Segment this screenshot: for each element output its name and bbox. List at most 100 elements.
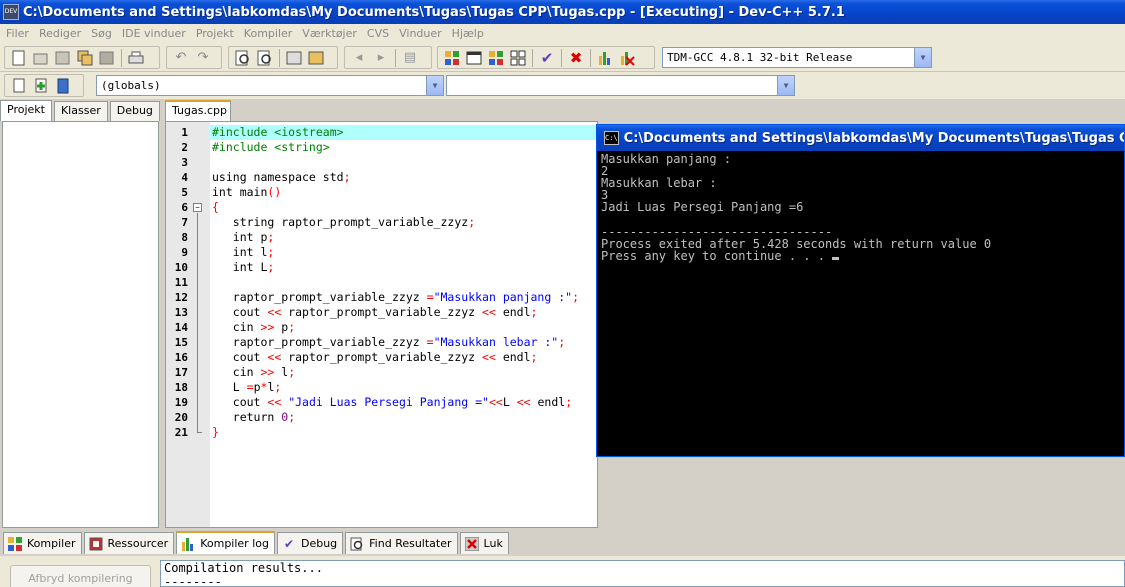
code-area[interactable]: #include <iostream> #include <string> usin… bbox=[210, 122, 597, 527]
code-line[interactable]: cout << raptor_prompt_variable_zzyz << e… bbox=[210, 350, 597, 365]
project-tree-panel[interactable] bbox=[2, 121, 159, 528]
chevron-down-icon[interactable]: ▼ bbox=[426, 76, 443, 95]
console-line: Press any key to continue . . . bbox=[601, 250, 840, 262]
profile-chart-icon[interactable] bbox=[594, 48, 616, 68]
function-select[interactable]: ▼ bbox=[446, 75, 795, 96]
tab-find-resultater[interactable]: Find Resultater bbox=[345, 532, 458, 554]
code-line[interactable]: cin >> l; bbox=[210, 365, 597, 380]
code-line[interactable]: cout << raptor_prompt_variable_zzyz << e… bbox=[210, 305, 597, 320]
close-icon bbox=[464, 536, 480, 552]
find-icon[interactable] bbox=[232, 48, 254, 68]
code-line[interactable]: string raptor_prompt_variable_zzyz; bbox=[210, 215, 597, 230]
window-title-bar[interactable]: DEV C:\Documents and Settings\labkomdas\… bbox=[0, 0, 1125, 24]
code-line[interactable]: #include <string> bbox=[210, 140, 597, 155]
code-line[interactable]: } bbox=[210, 425, 597, 440]
code-line[interactable]: #include <iostream> bbox=[210, 125, 597, 140]
console-window[interactable]: C:\ C:\Documents and Settings\labkomdas\… bbox=[596, 124, 1125, 457]
new-file-icon[interactable] bbox=[8, 48, 30, 68]
bottom-panel-tabs: Kompiler Ressourcer Kompiler log ✔ Debug Find… bbox=[0, 531, 1125, 556]
goto-line-icon[interactable] bbox=[283, 48, 305, 68]
menu-bar: Filer Rediger Søg IDE vinduer Projekt Ko… bbox=[0, 24, 1125, 43]
console-title-bar[interactable]: C:\ C:\Documents and Settings\labkomdas\… bbox=[597, 125, 1124, 151]
tab-label: Kompiler bbox=[27, 537, 76, 550]
stop-execution-icon[interactable]: ✖ bbox=[565, 48, 587, 68]
menu-vaerktojer[interactable]: Værktøjer bbox=[298, 27, 363, 40]
tab-kompiler[interactable]: Kompiler bbox=[3, 532, 82, 554]
tab-klasser[interactable]: Klasser bbox=[53, 101, 108, 121]
syntax-check-icon[interactable]: ✔ bbox=[536, 48, 558, 68]
editor-tab-tugas[interactable]: Tugas.cpp bbox=[165, 100, 231, 121]
indent-right-icon[interactable]: ▸ bbox=[370, 48, 392, 68]
tab-projekt[interactable]: Projekt bbox=[0, 100, 52, 121]
chevron-down-icon[interactable]: ▼ bbox=[777, 76, 794, 95]
scope-select[interactable]: (globals) ▼ bbox=[96, 75, 444, 96]
indent-left-icon[interactable]: ◂ bbox=[348, 48, 370, 68]
menu-sog[interactable]: Søg bbox=[87, 27, 118, 40]
redo-icon[interactable]: ↷ bbox=[192, 48, 214, 68]
fold-collapse-icon[interactable]: − bbox=[193, 203, 202, 212]
code-line[interactable]: cin >> p; bbox=[210, 320, 597, 335]
toolbar-separator bbox=[590, 48, 591, 67]
delete-profile-icon[interactable] bbox=[616, 48, 638, 68]
compile-icon[interactable] bbox=[441, 48, 463, 68]
menu-vinduer[interactable]: Vinduer bbox=[395, 27, 448, 40]
tab-debug[interactable]: ✔ Debug bbox=[276, 532, 344, 554]
line-number: 20 bbox=[174, 411, 188, 424]
menu-projekt[interactable]: Projekt bbox=[192, 27, 240, 40]
new-project-icon[interactable] bbox=[8, 76, 30, 96]
abort-compilation-button[interactable]: Afbryd kompilering bbox=[10, 565, 151, 587]
menu-filer[interactable]: Filer bbox=[2, 27, 35, 40]
code-line[interactable]: int L; bbox=[210, 260, 597, 275]
compile-toolbar-group: ✔ ✖ bbox=[437, 46, 655, 69]
console-output[interactable]: Masukkan panjang :2 Masukkan lebar :3 Jadi… bbox=[601, 153, 1124, 456]
close-file-icon[interactable] bbox=[96, 48, 118, 68]
code-line[interactable]: return 0; bbox=[210, 410, 597, 425]
save-all-icon[interactable] bbox=[74, 48, 96, 68]
code-line[interactable]: int l; bbox=[210, 245, 597, 260]
code-line[interactable] bbox=[210, 275, 597, 290]
log-line: -------- bbox=[164, 575, 222, 587]
code-line[interactable]: cout << "Jadi Luas Persegi Panjang ="<<L… bbox=[210, 395, 597, 410]
rebuild-icon[interactable] bbox=[507, 48, 529, 68]
tab-kompiler-log[interactable]: Kompiler log bbox=[176, 531, 275, 554]
code-editor[interactable]: 1 2 3 4 5 6 7 8 9 10 11 12 13 14 15 16 17 18 19 20 21− #incl… bbox=[165, 121, 598, 528]
console-line: Jadi Luas Persegi Panjang =6 bbox=[601, 200, 804, 214]
project-options-icon[interactable] bbox=[52, 76, 74, 96]
toggle-comment-icon[interactable]: ▤ bbox=[399, 48, 421, 68]
tab-luk[interactable]: Luk bbox=[459, 532, 509, 554]
compiler-log-output[interactable]: Compilation results... -------- bbox=[160, 560, 1125, 587]
code-line[interactable]: raptor_prompt_variable_zzyz ="Masukkan p… bbox=[210, 290, 597, 305]
code-line[interactable]: { bbox=[210, 200, 597, 215]
tab-ressourcer[interactable]: Ressourcer bbox=[83, 532, 175, 554]
code-line[interactable]: int main() bbox=[210, 185, 597, 200]
menu-cvs[interactable]: CVS bbox=[363, 27, 395, 40]
devcpp-app-icon[interactable]: DEV bbox=[3, 4, 19, 20]
replace-icon[interactable] bbox=[254, 48, 276, 68]
tab-label: Debug bbox=[300, 537, 338, 550]
menu-ide-vinduer[interactable]: IDE vinduer bbox=[118, 27, 192, 40]
code-line[interactable]: raptor_prompt_variable_zzyz ="Masukkan l… bbox=[210, 335, 597, 350]
check-icon: ✔ bbox=[283, 536, 294, 551]
chevron-down-icon[interactable]: ▼ bbox=[914, 48, 931, 67]
run-icon[interactable] bbox=[463, 48, 485, 68]
menu-kompiler[interactable]: Kompiler bbox=[240, 27, 299, 40]
open-file-icon[interactable] bbox=[30, 48, 52, 68]
undo-icon[interactable]: ↶ bbox=[170, 48, 192, 68]
menu-hjaelp[interactable]: Hjælp bbox=[448, 27, 490, 40]
compile-run-icon[interactable] bbox=[485, 48, 507, 68]
code-line[interactable]: int p; bbox=[210, 230, 597, 245]
code-line[interactable]: using namespace std; bbox=[210, 170, 597, 185]
add-to-project-icon[interactable] bbox=[30, 76, 52, 96]
toolbar-separator bbox=[561, 48, 562, 67]
menu-rediger[interactable]: Rediger bbox=[35, 27, 87, 40]
line-number: 1 bbox=[181, 126, 188, 139]
print-icon[interactable] bbox=[125, 48, 147, 68]
save-icon[interactable] bbox=[52, 48, 74, 68]
tab-debug[interactable]: Debug bbox=[109, 101, 160, 121]
log-line: Compilation results... bbox=[164, 561, 323, 575]
tab-label: Luk bbox=[483, 537, 503, 550]
code-line[interactable] bbox=[210, 155, 597, 170]
code-line[interactable]: L =p*l; bbox=[210, 380, 597, 395]
goto-function-icon[interactable] bbox=[305, 48, 327, 68]
compiler-select[interactable]: TDM-GCC 4.8.1 32-bit Release ▼ bbox=[662, 47, 932, 68]
